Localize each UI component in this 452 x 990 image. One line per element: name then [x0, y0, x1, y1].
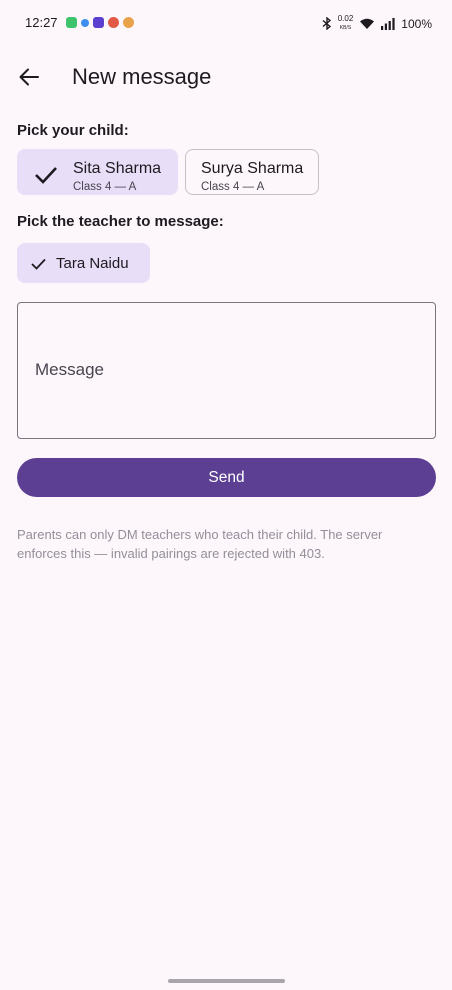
bluetooth-icon	[322, 17, 331, 30]
message-field[interactable]	[17, 302, 436, 439]
status-app-icons	[66, 17, 134, 28]
check-icon	[35, 167, 57, 184]
child-name: Surya Sharma	[201, 160, 304, 177]
arrow-back-icon	[19, 68, 39, 86]
child-name: Sita Sharma	[73, 160, 162, 177]
home-indicator[interactable]	[168, 979, 285, 983]
send-button-label: Send	[208, 468, 245, 486]
wifi-icon	[360, 18, 375, 29]
app-notification-icon	[108, 17, 119, 28]
status-bar: 12:27 0.02 KB/S 100%	[0, 0, 452, 48]
check-icon	[31, 258, 46, 270]
network-speed-value: 0.02	[337, 14, 354, 23]
teacher-name: Tara Naidu	[56, 255, 129, 272]
back-button[interactable]	[12, 60, 46, 94]
app-notification-icon	[93, 17, 104, 28]
message-input[interactable]	[33, 359, 417, 381]
app-notification-icon	[66, 17, 77, 28]
child-class: Class 4 — A	[201, 181, 265, 193]
signal-icon	[381, 17, 395, 30]
status-right: 0.02 KB/S 100%	[322, 15, 432, 32]
teacher-section-label: Pick the teacher to message:	[17, 213, 224, 230]
network-speed-unit: KB/S	[339, 25, 352, 31]
child-section-label: Pick your child:	[17, 122, 129, 139]
app-bar: New message	[0, 52, 452, 104]
send-button[interactable]: Send	[17, 458, 436, 497]
hint-text: Parents can only DM teachers who teach t…	[17, 527, 383, 561]
app-notification-icon	[123, 17, 134, 28]
teacher-chip-tara-naidu[interactable]: Tara Naidu	[17, 243, 150, 283]
child-chip-sita-sharma[interactable]: Sita Sharma Class 4 — A	[17, 149, 178, 195]
battery-level: 100%	[401, 16, 432, 31]
page-title: New message	[72, 64, 212, 89]
child-class: Class 4 — A	[73, 181, 137, 193]
app-notification-icon	[81, 19, 89, 27]
child-chip-surya-sharma[interactable]: Surya Sharma Class 4 — A	[185, 149, 319, 195]
status-time: 12:27	[25, 15, 58, 30]
network-speed: 0.02 KB/S	[338, 15, 354, 32]
